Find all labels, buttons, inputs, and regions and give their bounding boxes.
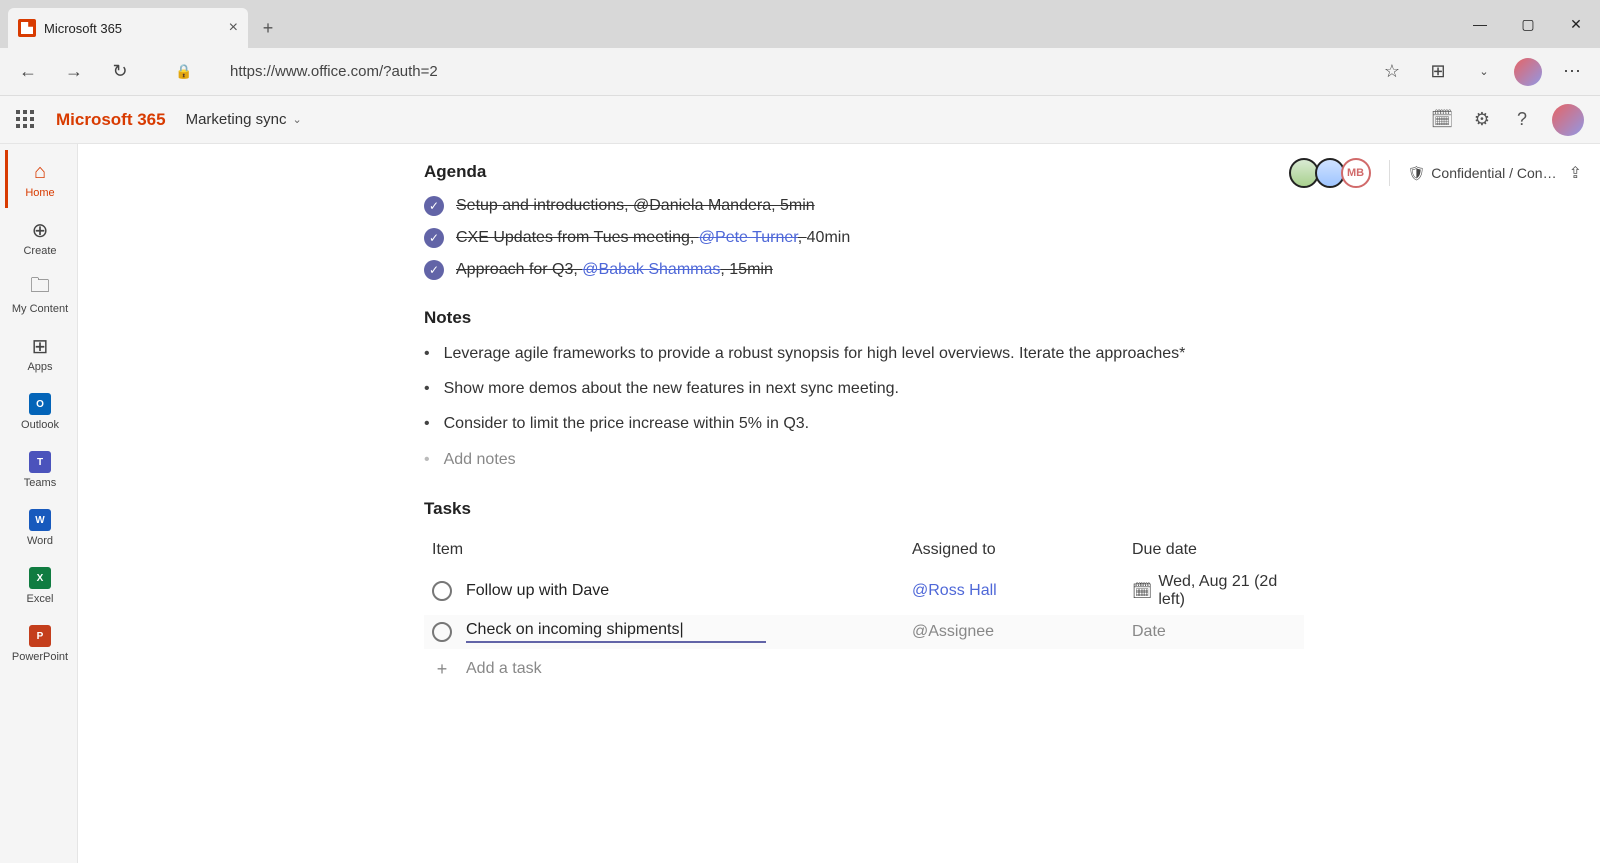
agenda-list: ✓ Setup and introductions, @Daniela Mande… [424,196,1304,280]
nav-home[interactable]: ⌂ Home [5,150,73,208]
app-launcher-icon[interactable] [16,110,36,130]
task-row: Check on incoming shipments| @AssigneeDat… [424,615,1304,649]
help-icon[interactable]: ? [1512,110,1532,130]
task-checkbox[interactable] [432,622,452,642]
window-controls: — ▢ ✕ [1456,0,1600,48]
collections-chevron-icon[interactable]: ⌄ [1468,56,1500,88]
close-window-button[interactable]: ✕ [1552,0,1600,48]
shield-lock-icon: 🛡 [1408,165,1426,182]
note-item[interactable]: Leverage agile frameworks to provide a r… [424,342,1304,365]
checkmark-icon[interactable]: ✓ [424,260,444,280]
nav-excel[interactable]: X Excel [5,556,73,614]
checkmark-icon[interactable]: ✓ [424,196,444,216]
nav-my-content[interactable]: 🗀 My Content [5,266,73,324]
settings-gear-icon[interactable]: ⚙ [1472,110,1492,130]
powerpoint-icon: P [27,623,53,649]
nav-word[interactable]: W Word [5,498,73,556]
document-name: Marketing sync [186,111,287,128]
col-assigned: Assigned to [912,541,1132,559]
col-due: Due date [1132,541,1296,559]
user-avatar[interactable] [1552,104,1584,136]
agenda-text: Setup and introductions, @Daniela Mander… [456,197,815,215]
agenda-heading: Agenda [424,162,1304,182]
task-item-text[interactable]: Follow up with Dave [466,582,609,600]
task-item-text[interactable]: Check on incoming shipments| [466,621,766,643]
calendar-icon: 🗓 [1132,581,1152,601]
plus-icon: + [432,659,452,680]
office-icon [18,19,36,37]
agenda-item[interactable]: ✓ Approach for Q3, @Babak Shammas, 15min [424,260,1304,280]
url-text[interactable]: https://www.office.com/?auth=2 [214,63,1362,80]
agenda-item[interactable]: ✓ CXE Updates from Tues meeting, @Pete Tu… [424,228,1304,248]
tasks-heading: Tasks [424,499,1304,519]
browser-address-bar: ← → ↻ 🔒 https://www.office.com/?auth=2 ☆… [0,48,1600,96]
task-assignee[interactable]: @Assignee [912,623,1132,641]
mention[interactable]: @Babak Shammas [582,261,720,278]
folder-icon: 🗀 [27,275,53,301]
excel-icon: X [27,565,53,591]
task-due-date[interactable]: Wed, Aug 21 (2d left) [1158,573,1296,609]
task-assignee[interactable]: @Ross Hall [912,582,1132,600]
note-item[interactable]: Consider to limit the price increase wit… [424,412,1304,435]
close-tab-icon[interactable]: × [229,19,238,37]
task-row: Follow up with Dave @Ross Hall🗓 Wed, Aug 2… [424,567,1304,615]
document-name-dropdown[interactable]: Marketing sync ⌄ [186,111,302,128]
site-lock-icon[interactable]: 🔒 [168,56,200,88]
add-note-placeholder[interactable]: Add notes [424,448,1304,471]
task-checkbox[interactable] [432,581,452,601]
tab-title: Microsoft 365 [44,21,221,36]
side-rail: ⌂ Home ⊕ Create 🗀 My Content ⊞ Apps O Ou… [0,144,78,863]
collections-icon[interactable]: ⊞ [1422,56,1454,88]
browser-menu-icon[interactable]: ⋯ [1556,56,1588,88]
outlook-icon: O [27,391,53,417]
agenda-item[interactable]: ✓ Setup and introductions, @Daniela Mande… [424,196,1304,216]
refresh-button[interactable]: ↻ [104,56,136,88]
word-icon: W [27,507,53,533]
calendar-icon[interactable]: 🗓 [1432,110,1452,130]
tasks-header-row: Item Assigned to Due date [424,533,1304,567]
divider [1389,160,1390,186]
task-due-date[interactable]: Date [1132,623,1166,641]
nav-powerpoint[interactable]: P PowerPoint [5,614,73,672]
create-icon: ⊕ [27,217,53,243]
nav-teams[interactable]: T Teams [5,440,73,498]
app-header: Microsoft 365 Marketing sync ⌄ 🗓 ⚙ ? [0,96,1600,144]
new-tab-button[interactable]: + [248,8,288,48]
tasks-table: Item Assigned to Due date Follow up with… [424,533,1304,690]
page-toolbar: MB 🛡 Confidential / Con… ⇪ [1293,158,1582,188]
presence-avatar-initials[interactable]: MB [1341,158,1371,188]
nav-create[interactable]: ⊕ Create [5,208,73,266]
forward-button[interactable]: → [58,56,90,88]
notes-list: Leverage agile frameworks to provide a r… [424,342,1304,471]
document-canvas: MB 🛡 Confidential / Con… ⇪ Agenda ✓ Setup… [78,144,1600,863]
browser-tab[interactable]: Microsoft 365 × [8,8,248,48]
nav-outlook[interactable]: O Outlook [5,382,73,440]
presence-avatars[interactable]: MB [1293,158,1371,188]
maximize-button[interactable]: ▢ [1504,0,1552,48]
apps-icon: ⊞ [27,333,53,359]
favorite-icon[interactable]: ☆ [1376,56,1408,88]
note-item[interactable]: Show more demos about the new features i… [424,377,1304,400]
minimize-button[interactable]: — [1456,0,1504,48]
teams-icon: T [27,449,53,475]
home-icon: ⌂ [27,159,53,185]
share-icon[interactable]: ⇪ [1569,163,1582,183]
nav-apps[interactable]: ⊞ Apps [5,324,73,382]
checkmark-icon[interactable]: ✓ [424,228,444,248]
browser-profile-avatar[interactable] [1514,58,1542,86]
brand-label[interactable]: Microsoft 365 [56,110,166,130]
add-task-button[interactable]: + Add a task [424,649,1304,690]
back-button[interactable]: ← [12,56,44,88]
confidentiality-label[interactable]: 🛡 Confidential / Con… [1408,165,1557,182]
chevron-down-icon: ⌄ [292,113,301,126]
agenda-text: CXE Updates from Tues meeting, @Pete Tur… [456,229,850,247]
col-item: Item [432,541,912,559]
agenda-text: Approach for Q3, @Babak Shammas, 15min [456,261,773,279]
mention[interactable]: @Pete Turner [699,229,798,246]
browser-tab-strip: Microsoft 365 × + — ▢ ✕ [0,0,1600,48]
notes-heading: Notes [424,308,1304,328]
